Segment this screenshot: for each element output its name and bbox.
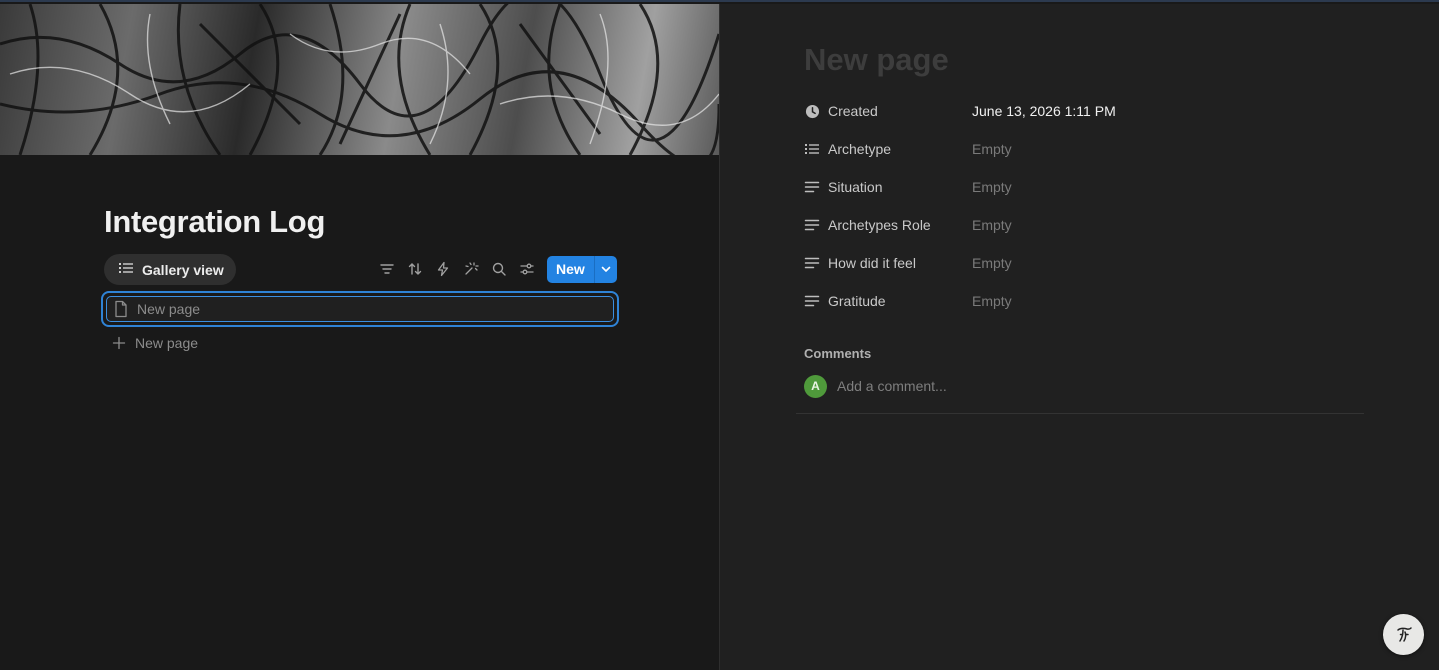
property-gratitude[interactable]: Gratitude Empty (804, 289, 1012, 313)
property-value[interactable]: June 13, 2026 1:11 PM (972, 103, 1116, 119)
add-new-page-button[interactable]: New page (112, 333, 198, 353)
text-icon (804, 179, 820, 195)
gallery-view-tab[interactable]: Gallery view (104, 254, 236, 285)
automation-button[interactable] (429, 255, 457, 283)
automation-icon (437, 261, 449, 277)
text-icon (804, 255, 820, 271)
property-value[interactable]: Empty (972, 179, 1012, 195)
add-new-page-label: New page (135, 335, 199, 351)
new-button-group: New (547, 255, 617, 283)
sort-icon (408, 263, 422, 275)
property-name: How did it feel (828, 255, 916, 271)
view-settings-button[interactable] (513, 255, 541, 283)
list-icon (118, 260, 134, 279)
plus-icon (112, 336, 126, 350)
list-item[interactable]: New page (106, 296, 614, 322)
property-name: Archetype (828, 141, 892, 157)
text-icon (804, 217, 820, 233)
cracked-glass-graphic (0, 4, 719, 155)
property-archetypes-role[interactable]: Archetypes Role Empty (804, 213, 1012, 237)
clock-icon (804, 103, 820, 119)
app-window: Integration Log Gallery view New New pag… (0, 0, 1439, 670)
property-value[interactable]: Empty (972, 217, 1012, 233)
comment-input[interactable]: Add a comment... (837, 378, 947, 394)
ai-button[interactable] (457, 255, 485, 283)
property-value[interactable]: Empty (972, 293, 1012, 309)
filter-button[interactable] (373, 255, 401, 283)
property-archetype[interactable]: Archetype Empty (804, 137, 1012, 161)
cover-image[interactable] (0, 4, 719, 155)
database-pane: Integration Log Gallery view New New pag… (0, 4, 719, 670)
search-button[interactable] (485, 255, 513, 283)
avatar: A (804, 374, 827, 398)
ai-icon (465, 262, 479, 275)
property-name: Situation (828, 179, 883, 195)
property-created[interactable]: Created June 13, 2026 1:11 PM (804, 99, 1116, 123)
comments-heading: Comments (804, 346, 872, 361)
property-situation[interactable]: Situation Empty (804, 175, 1012, 199)
new-button[interactable]: New (547, 255, 595, 283)
notion-ai-face-icon (1396, 626, 1412, 642)
property-name: Created (828, 103, 878, 119)
view-tab-label: Gallery view (142, 261, 224, 278)
property-name: Archetypes Role (828, 217, 931, 233)
list-icon (804, 141, 820, 157)
property-value[interactable]: Empty (972, 141, 1012, 157)
text-icon (804, 293, 820, 309)
page-title[interactable]: New page (804, 42, 949, 78)
filter-icon (380, 264, 394, 274)
database-title[interactable]: Integration Log (104, 204, 325, 240)
settings-icon (520, 263, 534, 275)
chevron-down-icon (601, 266, 611, 272)
page-peek-pane: New page Created June 13, 2026 1:11 PM A… (720, 4, 1439, 670)
property-name: Gratitude (828, 293, 886, 309)
sort-button[interactable] (401, 255, 429, 283)
comment-composer[interactable]: A Add a comment... (804, 374, 947, 398)
property-value[interactable]: Empty (972, 255, 1012, 271)
comments-divider (796, 413, 1364, 414)
list-item-title[interactable]: New page (137, 301, 200, 317)
page-icon (115, 300, 127, 318)
database-toolbar: New (373, 255, 617, 283)
search-icon (492, 262, 506, 276)
new-dropdown-button[interactable] (594, 255, 617, 283)
help-button[interactable] (1383, 614, 1424, 655)
selected-list-item[interactable]: New page (101, 291, 619, 327)
property-how-did-it-feel[interactable]: How did it feel Empty (804, 251, 1012, 275)
